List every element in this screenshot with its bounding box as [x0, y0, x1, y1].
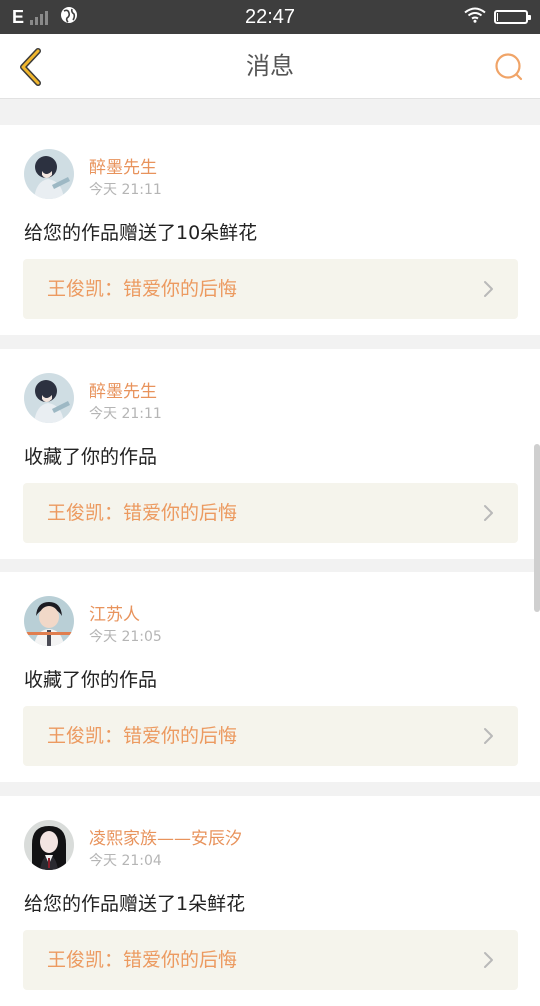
- message-text: 收藏了你的作品: [24, 446, 158, 468]
- avatar[interactable]: [24, 596, 74, 646]
- search-button[interactable]: [492, 50, 526, 84]
- work-title: 王俊凯：错爱你的后悔: [47, 725, 238, 747]
- message-card: 江苏人 今天 21:05 收藏了你的作品 王俊凯：错爱你的后悔: [0, 572, 540, 782]
- message-card: 醉墨先生 今天 21:11 收藏了你的作品 王俊凯：错爱你的后悔: [0, 349, 540, 559]
- user-name[interactable]: 江苏人: [89, 600, 140, 625]
- message-text: 给您的作品赠送了1朵鲜花: [24, 893, 246, 915]
- wifi-icon: [464, 7, 486, 27]
- work-title: 王俊凯：错爱你的后悔: [47, 949, 238, 971]
- work-link[interactable]: 王俊凯：错爱你的后悔: [23, 706, 518, 766]
- work-title: 王俊凯：错爱你的后悔: [47, 502, 238, 524]
- nav-bar: 消息: [0, 34, 540, 99]
- search-icon: [495, 53, 523, 81]
- battery-icon: [494, 10, 531, 24]
- chevron-right-icon: [484, 505, 493, 521]
- work-link[interactable]: 王俊凯：错爱你的后悔: [23, 483, 518, 543]
- page-title: 消息: [246, 52, 294, 80]
- status-time: 22:47: [244, 6, 296, 28]
- message-text: 给您的作品赠送了10朵鲜花: [24, 222, 258, 244]
- status-bar: E 22:47: [0, 0, 540, 34]
- scrollbar[interactable]: [534, 444, 540, 612]
- avatar[interactable]: [24, 149, 74, 199]
- message-time: 今天 21:11: [89, 406, 162, 422]
- message-time: 今天 21:05: [89, 629, 162, 645]
- message-time: 今天 21:11: [89, 182, 162, 198]
- status-right: [464, 0, 531, 34]
- user-name[interactable]: 凌熙家族——安辰汐: [89, 824, 242, 849]
- work-link[interactable]: 王俊凯：错爱你的后悔: [23, 930, 518, 990]
- message-text: 收藏了你的作品: [24, 669, 158, 691]
- avatar[interactable]: [24, 373, 74, 423]
- user-name[interactable]: 醉墨先生: [89, 153, 157, 178]
- work-link[interactable]: 王俊凯：错爱你的后悔: [23, 259, 518, 319]
- message-time: 今天 21:04: [89, 853, 162, 869]
- chevron-right-icon: [484, 728, 493, 744]
- message-card: 醉墨先生 今天 21:11 给您的作品赠送了10朵鲜花 王俊凯：错爱你的后悔: [0, 125, 540, 335]
- chevron-right-icon: [484, 952, 493, 968]
- work-title: 王俊凯：错爱你的后悔: [47, 278, 238, 300]
- avatar[interactable]: [24, 820, 74, 870]
- user-name[interactable]: 醉墨先生: [89, 377, 157, 402]
- chevron-right-icon: [484, 281, 493, 297]
- battery-level: [497, 13, 498, 21]
- message-card: 凌熙家族——安辰汐 今天 21:04 给您的作品赠送了1朵鲜花 王俊凯：错爱你的…: [0, 796, 540, 1006]
